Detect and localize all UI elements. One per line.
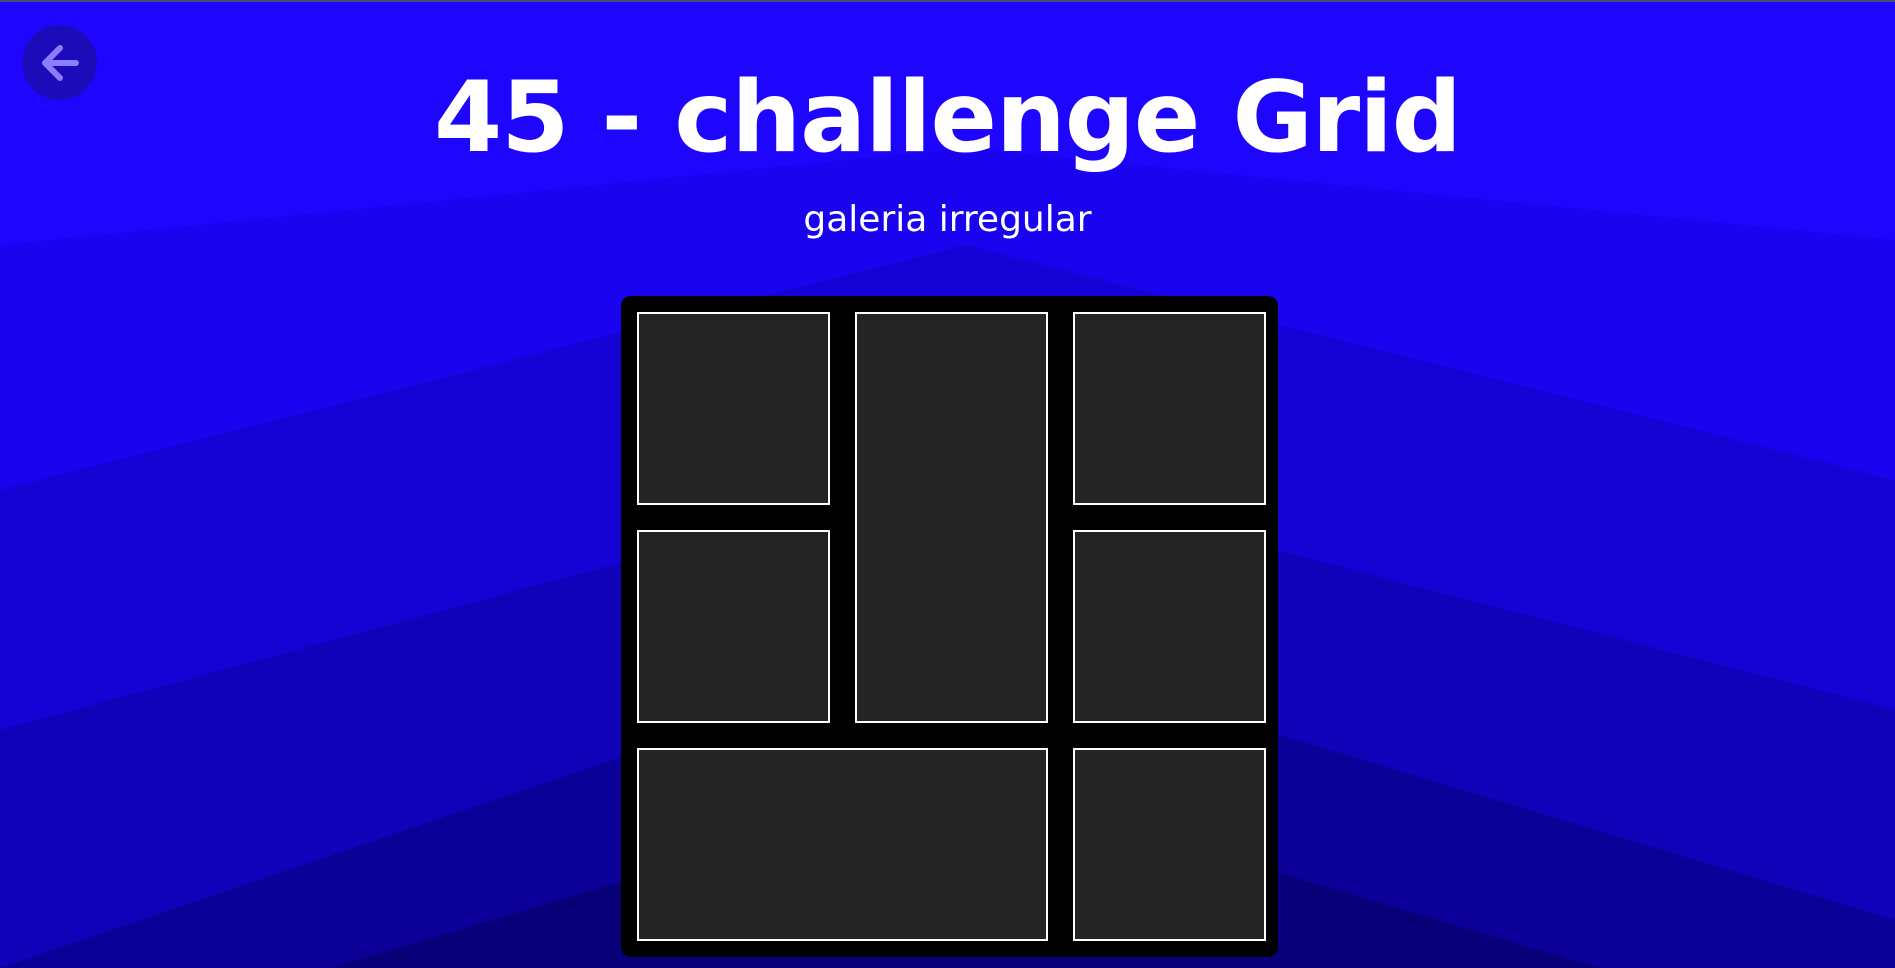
irregular-gallery xyxy=(621,296,1278,957)
gallery-item-1 xyxy=(637,312,830,505)
page-title: 45 - challenge Grid xyxy=(434,61,1462,175)
gallery-item-2-tall xyxy=(855,312,1048,723)
gallery-item-3 xyxy=(1073,312,1266,505)
top-border xyxy=(0,0,1895,2)
page-subtitle: galeria irregular xyxy=(803,199,1092,240)
gallery-item-5 xyxy=(1073,530,1266,723)
gallery-item-7 xyxy=(1073,748,1266,941)
gallery-item-6-wide xyxy=(637,748,1048,941)
gallery-item-4 xyxy=(637,530,830,723)
